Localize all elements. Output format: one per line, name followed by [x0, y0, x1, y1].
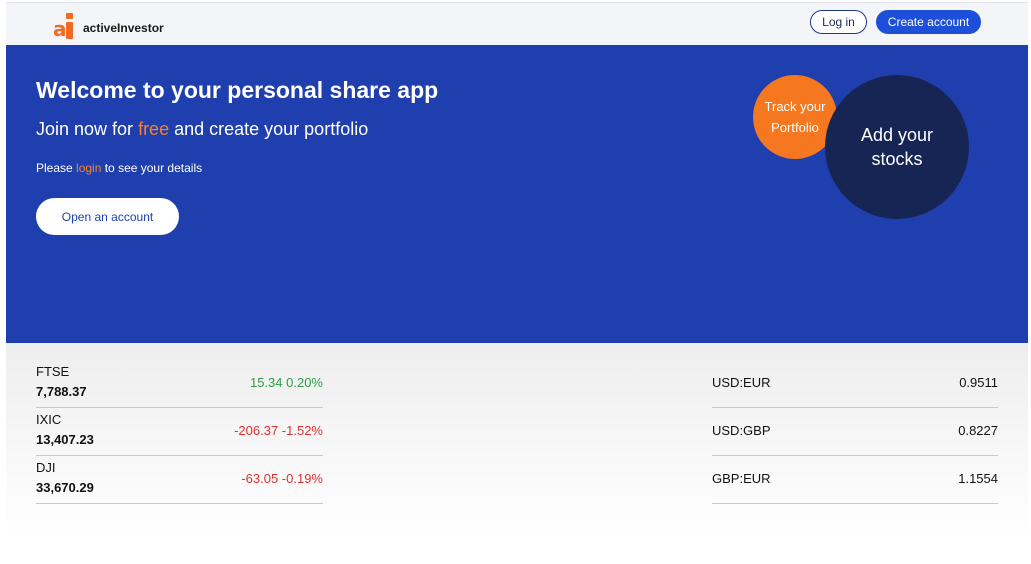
track-line-1: Track your: [764, 99, 826, 114]
index-change: -206.37 -1.52%: [234, 423, 323, 438]
fx-rate: 0.8227: [958, 423, 998, 438]
add-stocks-badge: Add your stocks: [825, 75, 969, 219]
brand-logo[interactable]: a activeInvestor: [53, 13, 164, 39]
top-header: a activeInvestor Log in Create account: [6, 2, 1028, 45]
hero-note-suffix: to see your details: [101, 161, 203, 175]
hero-title: Welcome to your personal share app: [36, 77, 439, 103]
index-value: 13,407.23: [36, 432, 94, 447]
fx-pair: GBP:EUR: [712, 471, 771, 486]
hero-subtitle-suffix: and create your portfolio: [169, 119, 369, 139]
index-name: IXIC: [36, 412, 62, 427]
index-name: FTSE: [36, 364, 70, 379]
markets-section: FTSE 7,788.37 15.34 0.20% IXIC 13,407.23…: [6, 343, 1028, 562]
hero-subtitle: Join now for free and create your portfo…: [36, 119, 368, 140]
hero-subtitle-accent: free: [138, 119, 170, 139]
brand-name: activeInvestor: [83, 21, 164, 35]
index-row-ftse[interactable]: FTSE 7,788.37 15.34 0.20%: [36, 360, 323, 408]
index-row-ixic[interactable]: IXIC 13,407.23 -206.37 -1.52%: [36, 408, 323, 456]
index-change: -63.05 -0.19%: [241, 471, 323, 486]
hero-login-link[interactable]: login: [76, 161, 101, 175]
create-account-button[interactable]: Create account: [876, 10, 981, 34]
fx-pair: USD:GBP: [712, 423, 771, 438]
fx-row-usd-eur[interactable]: USD:EUR 0.9511: [712, 360, 998, 408]
index-value: 7,788.37: [36, 384, 87, 399]
index-row-dji[interactable]: DJI 33,670.29 -63.05 -0.19%: [36, 456, 323, 504]
indices-list: FTSE 7,788.37 15.34 0.20% IXIC 13,407.23…: [36, 360, 323, 504]
track-line-2: Portfolio: [771, 120, 819, 135]
login-button[interactable]: Log in: [810, 10, 867, 34]
add-line-2: stocks: [871, 149, 923, 169]
logo-mark-icon: a: [53, 13, 77, 39]
fx-row-usd-gbp[interactable]: USD:GBP 0.8227: [712, 408, 998, 456]
open-account-button[interactable]: Open an account: [36, 198, 179, 235]
fx-row-gbp-eur[interactable]: GBP:EUR 1.1554: [712, 456, 998, 504]
fx-rate: 1.1554: [958, 471, 998, 486]
fx-pair: USD:EUR: [712, 375, 771, 390]
index-change: 15.34 0.20%: [249, 375, 323, 390]
add-line-1: Add your: [860, 125, 934, 145]
index-name: DJI: [36, 460, 56, 475]
fx-rate: 0.9511: [959, 375, 998, 390]
index-value: 33,670.29: [36, 480, 94, 495]
hero-note-prefix: Please: [36, 161, 77, 175]
hero-login-note: Please login to see your details: [36, 161, 202, 175]
fx-rates-list: USD:EUR 0.9511 USD:GBP 0.8227 GBP:EUR 1.…: [712, 360, 998, 504]
hero-banner: Welcome to your personal share app Join …: [6, 45, 1028, 343]
hero-subtitle-prefix: Join now for: [36, 119, 139, 139]
app-frame: a activeInvestor Log in Create account W…: [6, 2, 1028, 562]
